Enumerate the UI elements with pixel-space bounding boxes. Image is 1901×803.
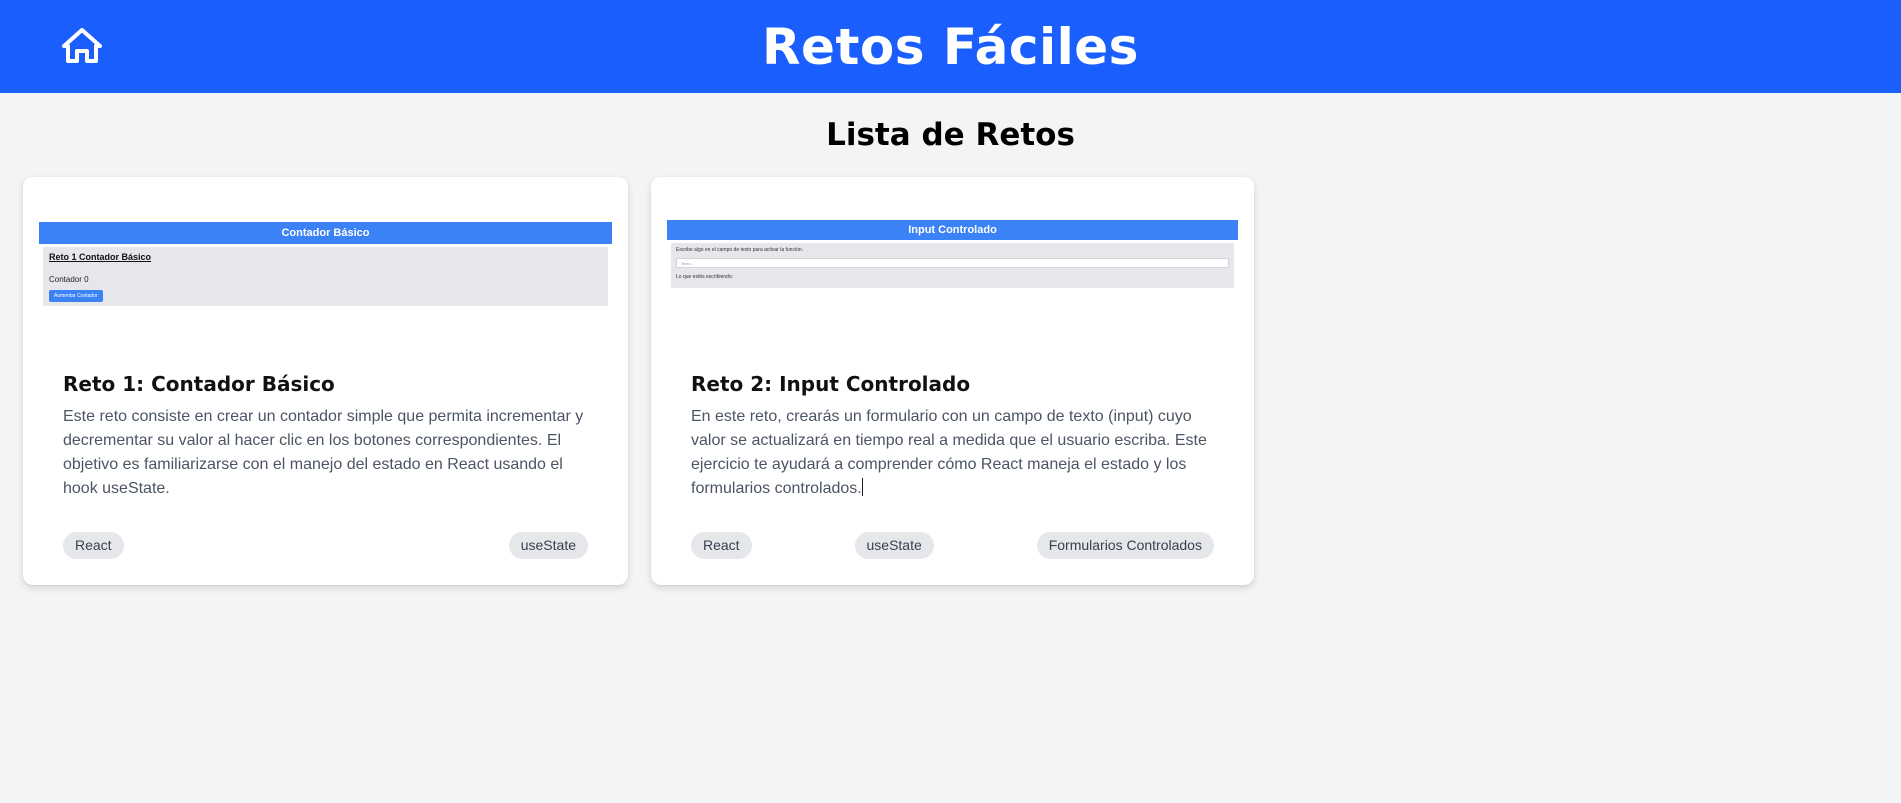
preview-counter-text: Contador 0 bbox=[49, 275, 89, 284]
tag-list: React useState bbox=[63, 532, 588, 559]
top-header: Retos Fáciles bbox=[0, 0, 1901, 93]
tag: React bbox=[63, 532, 124, 559]
preview-increment-button: Aumentar Contador bbox=[49, 290, 103, 302]
challenge-preview-image: Contador Básico Reto 1 Contador Básico C… bbox=[39, 222, 612, 306]
text-caret bbox=[861, 478, 863, 496]
site-title: Retos Fáciles bbox=[762, 18, 1139, 76]
card-title[interactable]: Reto 2: Input Controlado bbox=[691, 372, 970, 396]
card-title[interactable]: Reto 1: Contador Básico bbox=[63, 372, 335, 396]
preview-instruction: Escribe algo en el campo de texto para a… bbox=[676, 247, 804, 253]
preview-heading: Reto 1 Contador Básico bbox=[49, 252, 152, 262]
preview-output-text: Lo que estés escribiendo: bbox=[676, 274, 733, 280]
card-description: En este reto, crearás un formulario con … bbox=[691, 408, 1207, 497]
card-description: Este reto consiste en crear un contador … bbox=[63, 408, 584, 497]
tag-list: React useState Formularios Controlados bbox=[691, 532, 1214, 559]
tag: React bbox=[691, 532, 752, 559]
challenge-card[interactable]: Input Controlado Escribe algo en el camp… bbox=[651, 177, 1254, 585]
tag: useState bbox=[508, 532, 588, 559]
tag: useState bbox=[854, 532, 934, 559]
challenge-card[interactable]: Contador Básico Reto 1 Contador Básico C… bbox=[23, 177, 628, 585]
preview-title-bar: Contador Básico bbox=[39, 222, 612, 244]
tag: Formularios Controlados bbox=[1036, 532, 1214, 559]
preview-title-bar: Input Controlado bbox=[667, 220, 1238, 240]
challenge-preview-image: Input Controlado Escribe algo en el camp… bbox=[667, 220, 1238, 288]
preview-text-input: Texto... bbox=[676, 258, 1229, 268]
challenge-list-heading: Lista de Retos bbox=[826, 117, 1075, 153]
